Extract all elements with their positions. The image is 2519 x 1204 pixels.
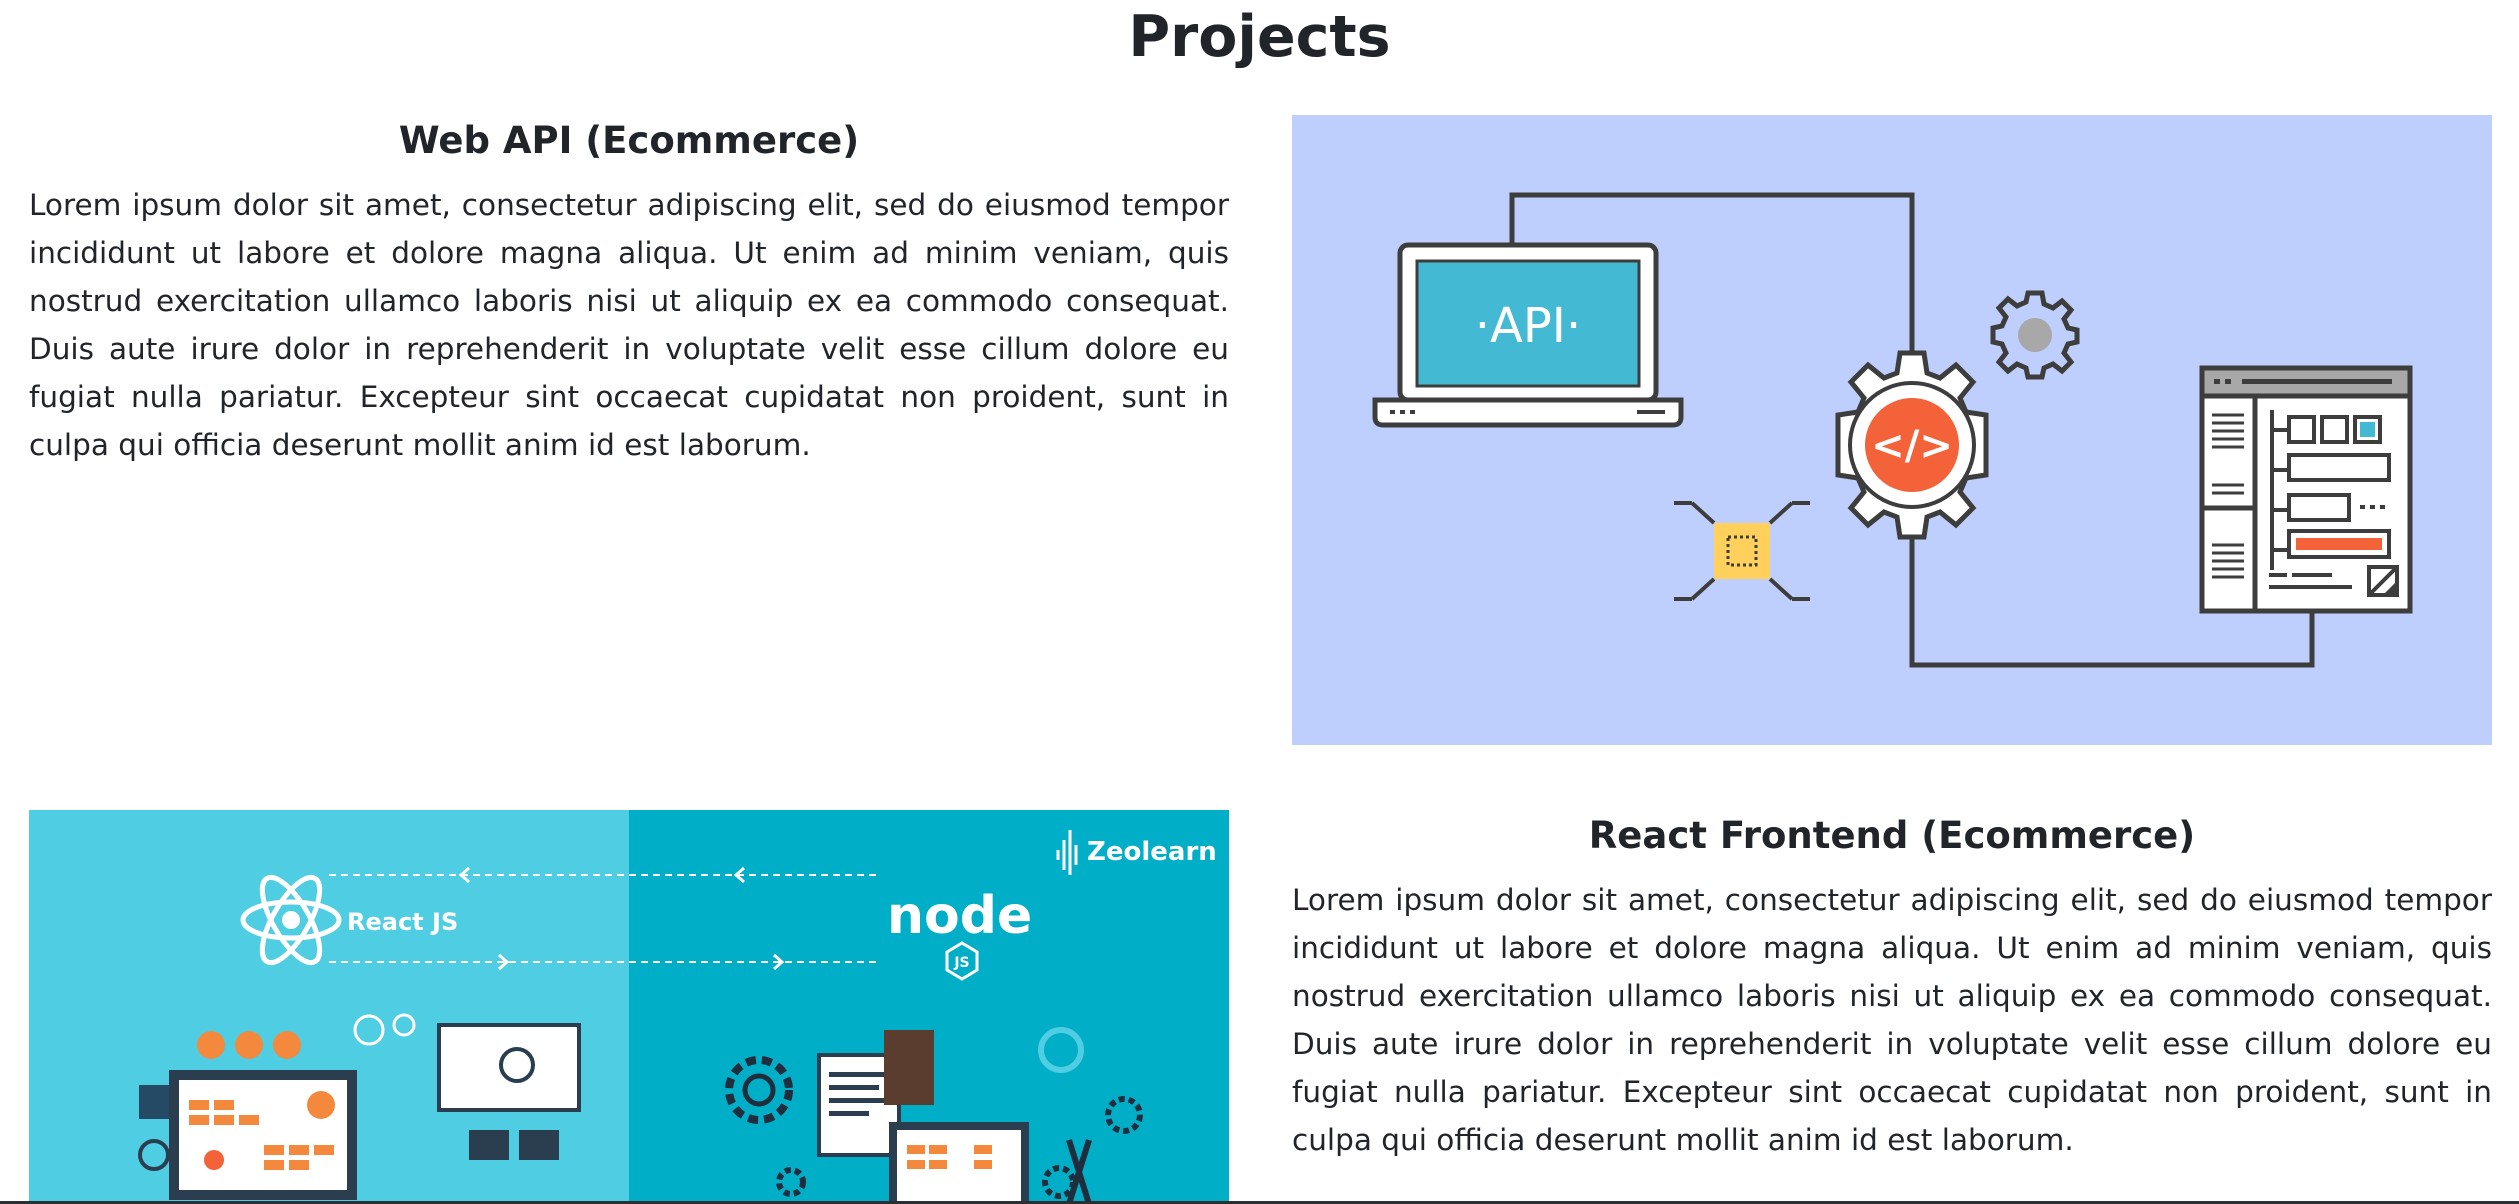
svg-text:</>: </> <box>1871 423 1953 469</box>
chip-icon <box>1674 501 1810 601</box>
project-description-web-api: Lorem ipsum dolor sit amet, consectetur … <box>29 188 1229 462</box>
react-node-illustration: Zeolearn React JS node JS <box>29 810 1229 1204</box>
react-js-label: React JS <box>347 908 458 936</box>
website-window-icon <box>2199 365 2413 614</box>
project-title-react-frontend: React Frontend (Ecommerce) <box>1588 814 2196 857</box>
svg-text:Zeolearn: Zeolearn <box>1087 837 1217 867</box>
svg-text:JS: JS <box>953 955 969 971</box>
svg-text:node: node <box>887 886 1032 946</box>
project-description-react-frontend: Lorem ipsum dolor sit amet, consectetur … <box>1292 883 2492 1157</box>
settings-gear-icon <box>1990 290 2080 380</box>
code-gear-icon: </> <box>1835 350 1989 540</box>
web-api-illustration: ·API· </> <box>1292 115 2492 745</box>
page-title: Projects <box>1128 4 1391 70</box>
laptop-screen-text: ·API· <box>1475 298 1581 354</box>
laptop-icon: ·API· <box>1372 242 1684 428</box>
project-title-web-api: Web API (Ecommerce) <box>398 119 860 162</box>
